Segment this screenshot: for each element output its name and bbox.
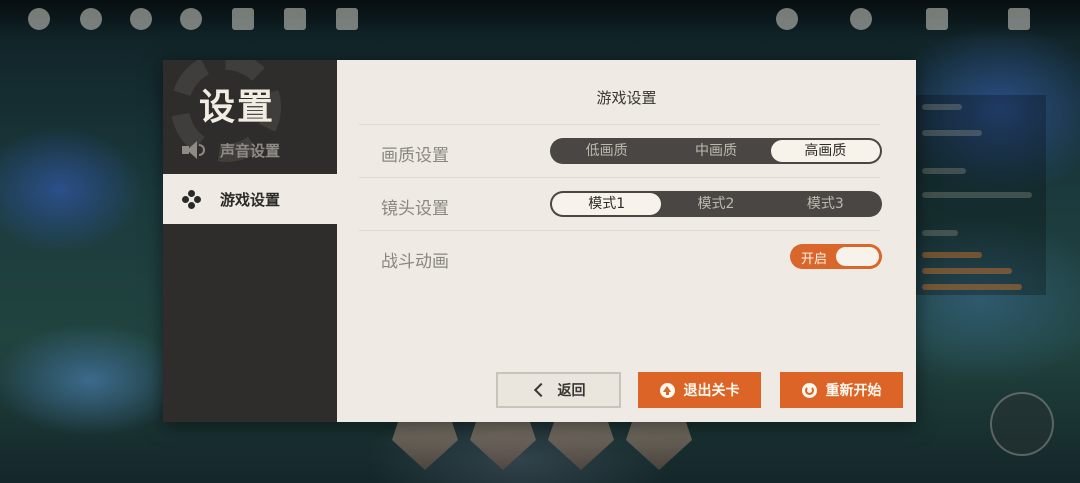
chevron-left-icon (533, 382, 548, 398)
settings-dialog: 设置 声音设置 游戏设置 游戏设置 画质设置 低画质 中画质 高画质 镜头设置 … (163, 60, 916, 422)
camera-setting-row: 镜头设置 模式1 模式2 模式3 (359, 177, 882, 231)
sidebar-item-game[interactable]: 游戏设置 (163, 174, 337, 224)
hero-portrait (470, 420, 536, 470)
quest-line (922, 268, 1012, 274)
quality-setting-row: 画质设置 低画质 中画质 高画质 (359, 124, 882, 178)
restart-icon (801, 382, 817, 398)
gamepad-icon (180, 189, 206, 209)
skill-button (990, 392, 1054, 456)
hud-map-icon (284, 8, 306, 30)
camera-option-mode3[interactable]: 模式3 (771, 193, 880, 215)
quality-option-medium[interactable]: 中画质 (661, 140, 770, 162)
restart-label: 重新开始 (825, 383, 882, 399)
hud-resource-icon (776, 8, 798, 30)
battle-animation-row: 战斗动画 开启 (359, 230, 882, 284)
hud-gear-icon (28, 8, 50, 30)
battle-animation-toggle[interactable]: 开启 (790, 244, 882, 269)
hud-resource-icon (1008, 8, 1030, 30)
hud-resource-icon (850, 8, 872, 30)
exit-arrow-icon (659, 382, 675, 398)
quest-line (922, 284, 1022, 290)
hud-tool-icon (80, 8, 102, 30)
sidebar-item-label: 声音设置 (220, 141, 281, 160)
hud-warning-icon (130, 8, 152, 30)
hero-portrait (392, 420, 458, 470)
camera-option-mode1[interactable]: 模式1 (552, 193, 662, 215)
back-button-label: 返回 (557, 383, 586, 399)
content-title: 游戏设置 (596, 89, 657, 107)
top-hud-bar (0, 0, 1080, 40)
hud-resource-icon (926, 8, 948, 30)
hud-shield-icon (180, 8, 202, 30)
settings-content: 游戏设置 画质设置 低画质 中画质 高画质 镜头设置 模式1 模式2 模式3 战… (337, 60, 916, 422)
hud-bag-icon (336, 8, 358, 30)
quality-option-high[interactable]: 高画质 (770, 140, 880, 162)
quality-option-low[interactable]: 低画质 (552, 140, 661, 162)
quest-line (922, 192, 1032, 198)
quest-line (922, 130, 982, 136)
quest-line (922, 252, 982, 258)
settings-title: 设置 (199, 86, 276, 128)
quest-line (922, 230, 958, 236)
hero-portrait (548, 420, 614, 470)
settings-sidebar: 设置 声音设置 游戏设置 (163, 60, 337, 422)
restart-button[interactable]: 重新开始 (780, 372, 903, 408)
quality-segmented-control: 低画质 中画质 高画质 (550, 138, 882, 164)
hero-portrait (626, 420, 692, 470)
back-button[interactable]: 返回 (496, 372, 621, 408)
quest-line (922, 168, 966, 174)
quest-line (922, 104, 962, 110)
exit-level-label: 退出关卡 (683, 383, 740, 399)
camera-option-mode2[interactable]: 模式2 (661, 193, 770, 215)
sidebar-item-sound[interactable]: 声音设置 (163, 125, 337, 175)
toggle-knob (836, 247, 879, 266)
sidebar-item-label: 游戏设置 (220, 190, 281, 209)
hud-item-icon (232, 8, 254, 30)
toggle-state-label: 开启 (801, 252, 828, 267)
speaker-icon (180, 140, 206, 160)
camera-segmented-control: 模式1 模式2 模式3 (550, 191, 882, 217)
exit-level-button[interactable]: 退出关卡 (638, 372, 761, 408)
battle-animation-label: 战斗动画 (381, 252, 449, 272)
quality-label: 画质设置 (381, 146, 449, 166)
camera-label: 镜头设置 (381, 199, 449, 219)
